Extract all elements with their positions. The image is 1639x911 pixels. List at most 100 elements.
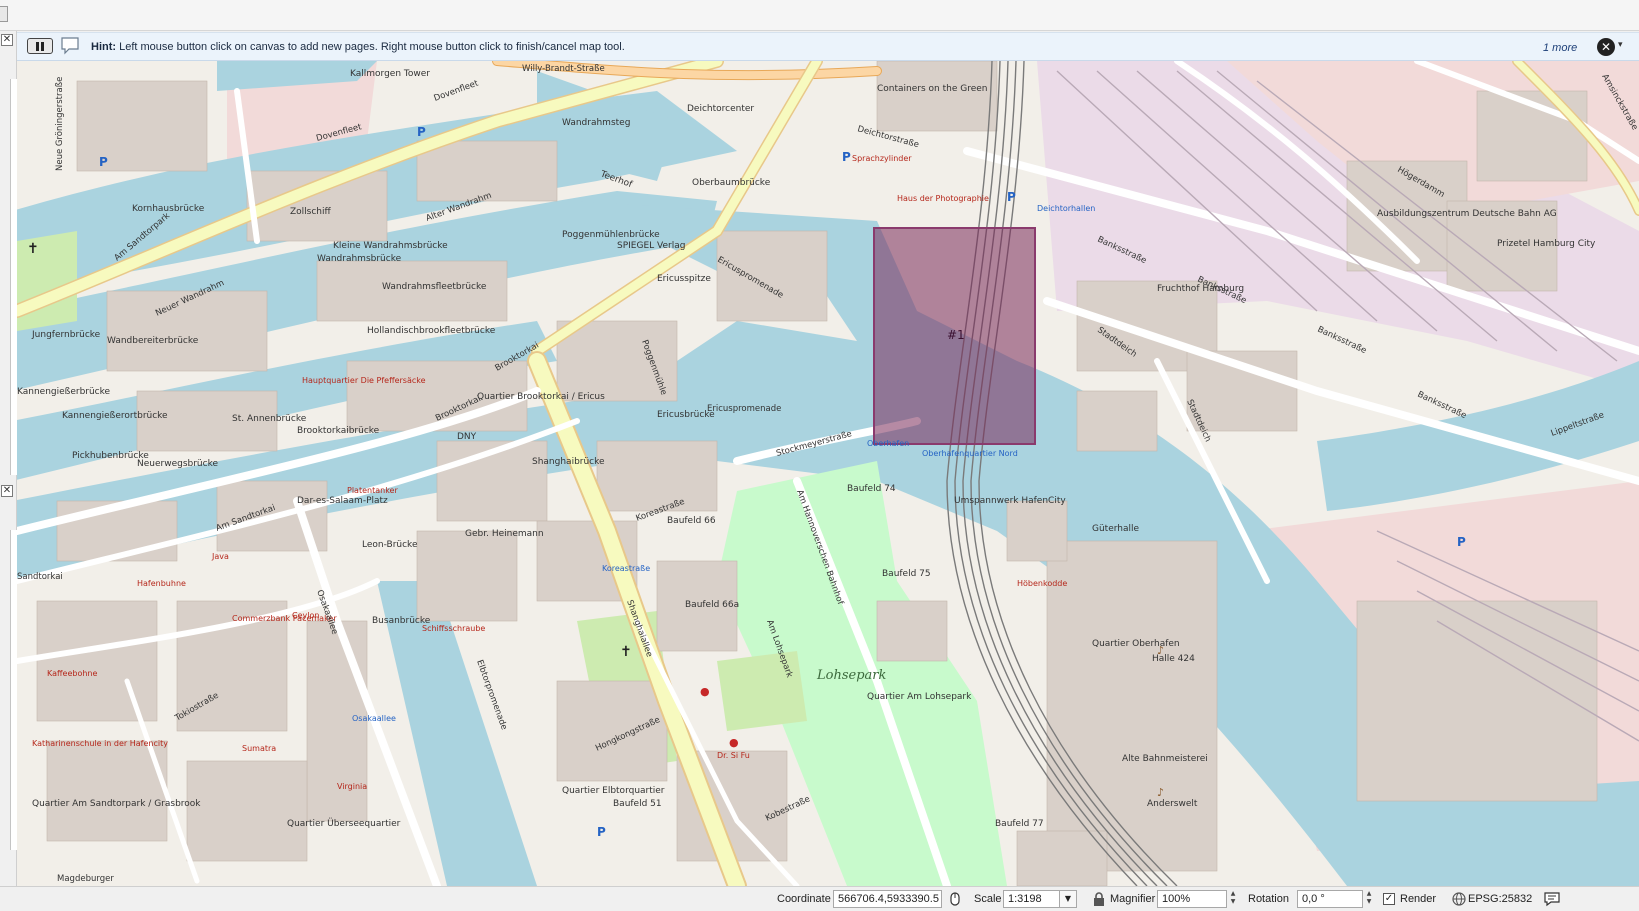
map-label: Dr. Si Fu [717,751,750,760]
map-label: Quartier Am Sandtorpark / Grasbrook [32,799,201,809]
map-label: Oberbaumbrücke [692,178,771,188]
map-canvas[interactable]: #1 Kallmorgen Tower Willy-Brandt-Straße … [17,61,1639,886]
messages-icon[interactable] [1544,891,1560,907]
scale-label: Scale [974,893,1002,905]
rotation-label: Rotation [1248,893,1289,905]
map-label: Prizetel Hamburg City [1497,239,1596,249]
map-label: Koreastraße [602,564,650,573]
map-label: Baufeld 77 [995,819,1044,829]
map-label: Baufeld 51 [613,799,662,809]
church-icon: ✝ [27,241,39,257]
crs-label[interactable]: EPSG:25832 [1468,893,1532,905]
map-label: Wandrahmsfleetbrücke [382,282,487,292]
map-label: Quartier Oberhafen [1092,639,1180,649]
map-label: Leon-Brücke [362,540,418,550]
dock-close-icon[interactable]: ✕ [1,485,13,497]
map-label: St. Annenbrücke [232,414,307,424]
map-label: Wandbereiterbrücke [107,336,199,346]
mouse-toggle-icon[interactable] [947,891,963,907]
dock-panel-edge [10,79,17,475]
map-label: Brooktorkaibrücke [297,426,380,436]
scale-field[interactable]: 1:3198 [1003,890,1060,908]
top-toolbar-area [0,0,1639,31]
map-label: Sandtorkai [17,572,63,582]
map-label: Jungfernbrücke [31,330,101,340]
map-label: Zollschiff [290,207,332,217]
map-label: Deichtorhallen [1037,204,1095,213]
parking-icon: P [99,155,108,169]
left-dock-strip: ✕ ✕ [0,31,17,886]
hint-message: Hint: Left mouse button click on canvas … [91,41,625,53]
map-label: Osakaallee [352,714,396,723]
parking-icon: P [1007,190,1016,204]
map-label: Höbenkodde [1017,579,1067,588]
music-icon: ♪ [1157,786,1164,799]
coordinate-label: Coordinate [777,893,831,905]
map-label: Java [211,552,229,561]
render-label: Render [1400,893,1437,905]
parking-icon: P [597,825,606,839]
map-label: Willy-Brandt-Straße [522,64,605,74]
hint-body: Left mouse button click on canvas to add… [119,41,625,53]
map-label: Lohsepark [816,668,886,683]
map-label: Kannengießerbrücke [17,387,111,397]
magnifier-label: Magnifier [1110,893,1156,905]
map-label: Sprachzylinder [852,154,912,163]
parking-icon: P [1457,535,1466,549]
close-icon[interactable]: ✕ [1597,38,1615,56]
music-icon: ♪ [1157,644,1164,657]
magnifier-field[interactable]: 100% [1157,890,1227,908]
map-label: Kaffeebohne [47,669,97,678]
map-label: Neuerwegsbrücke [137,459,218,469]
dock-panel-edge [10,530,17,850]
map-label: Magdeburger [57,874,114,884]
map-label: Kannengießerortbrücke [62,411,168,421]
map-label: Schiffsschraube [422,624,485,633]
church-icon: ✝ [620,644,632,660]
map-label: Platentanker [347,486,398,495]
map-label: Haus der Photographie [897,194,989,203]
map-label: Katharinenschule in der Hafencity [32,739,168,748]
map-label: Containers on the Green [877,84,988,94]
more-messages-link[interactable]: 1 more [1543,42,1577,54]
map-label: Baufeld 66 [667,516,716,526]
rotation-field[interactable]: 0,0 ° [1297,890,1363,908]
magnifier-stepper[interactable]: ▲ ▼ [1227,890,1239,908]
park-area [717,651,807,731]
map-label: DNY [457,432,477,442]
map-label: Hauptquartier Die Pfeffersäcke [302,376,426,385]
map-label: Alte Bahnmeisterei [1122,754,1208,764]
toolbar-edge-handle[interactable] [0,6,8,22]
lock-icon[interactable] [1091,891,1107,907]
rotation-stepper[interactable]: ▲ ▼ [1363,890,1375,908]
map-label: Güterhalle [1092,524,1140,534]
dock-close-icon[interactable]: ✕ [1,34,13,46]
hint-prefix: Hint: [91,41,117,53]
coordinate-field[interactable]: 566706.4,5933390.5 [833,890,942,908]
map-label: Baufeld 74 [847,484,896,494]
render-checkbox[interactable]: ✓ [1383,893,1395,905]
map-label: Kleine Wandrahmsbrücke [333,241,448,251]
map-label: Ausbildungszentrum Deutsche Bahn AG [1377,209,1557,219]
park-area [17,231,77,331]
map-label: Baufeld 66a [685,600,739,610]
map-label: Oberhafen [867,439,909,448]
map-label: Poggenmühlenbrücke [562,230,660,240]
map-label: Ericuspromenade [707,404,781,414]
atlas-page-marker: #1 [947,328,965,342]
map-label: Ericusspitze [657,274,711,284]
map-label: Quartier Brooktorkai / Ericus [477,392,605,402]
pause-icon[interactable] [27,38,53,54]
message-bar: Hint: Left mouse button click on canvas … [17,32,1639,61]
chevron-down-icon[interactable]: ▾ [1618,40,1623,50]
map-label: Kornhausbrücke [132,204,205,214]
chevron-down-icon[interactable]: ▼ [1059,890,1077,908]
map-label: Quartier Am Lohsepark [867,692,972,702]
globe-icon[interactable] [1451,891,1467,907]
map-label: SPIEGEL Verlag [617,241,685,251]
map-label: Anderswelt [1147,799,1198,809]
map-label: Sumatra [242,744,276,753]
map-label: Neue Gröningerstraße [55,77,65,171]
map-label: Wandrahmsbrücke [317,254,402,264]
map-label: Kallmorgen Tower [350,69,430,79]
